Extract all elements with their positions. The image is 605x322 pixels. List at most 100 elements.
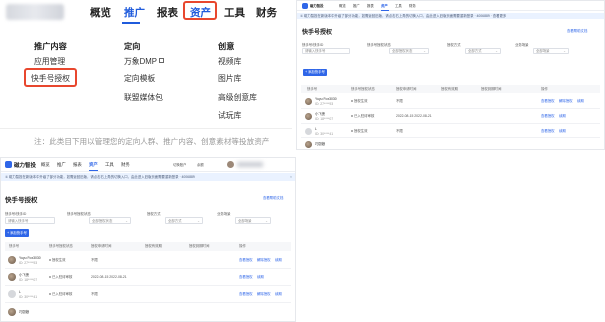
nav-promotion[interactable]: 推广	[57, 162, 66, 168]
apply-time: 不限	[396, 99, 403, 103]
divider	[0, 128, 292, 129]
col-validity: 授权有效期	[441, 87, 458, 91]
scene-select[interactable]: 全部场景 ⌄	[235, 217, 271, 224]
renew-link[interactable]: 续期	[275, 292, 282, 296]
auth-status: 授权生效	[49, 258, 66, 262]
view-auth-link[interactable]: 查看授权	[239, 275, 253, 279]
menu-item-media-package[interactable]: 联盟媒体包	[124, 92, 163, 103]
account-name: 巧厨娘	[315, 142, 326, 146]
nav-finance[interactable]: 财务	[409, 4, 416, 8]
col-apply-time: 授权申请时间	[91, 244, 112, 248]
balance-text: 余额	[197, 163, 204, 167]
method-select[interactable]: 全部方式 ⌄	[465, 48, 501, 54]
nav-reports[interactable]: 报表	[157, 5, 178, 20]
status-select[interactable]: 全部授权状态 ⌄	[89, 217, 131, 224]
nav-overview[interactable]: 概览	[339, 4, 346, 8]
table-row: 巧厨娘	[301, 138, 600, 149]
account-name: 巧厨娘	[19, 310, 30, 314]
add-account-button[interactable]: + 添加快手号	[303, 69, 327, 76]
filter-label-status: 快手号授权状态	[367, 43, 391, 47]
auth-status: 已入驻待审核	[351, 114, 374, 118]
account-name: 小飞侠	[315, 112, 326, 116]
table-header: 快手号 快手号授权状态 授权申请时间 授权有效期 授权到期时间 操作	[5, 242, 291, 251]
nav-overview[interactable]: 概览	[90, 5, 111, 20]
view-auth-link[interactable]: 查看授权	[541, 99, 555, 103]
nav-active-underline	[89, 170, 98, 171]
account-search-input[interactable]: 请输入快手号	[302, 48, 350, 54]
revoke-auth-link[interactable]: 解除授权	[257, 292, 271, 296]
chevron-down-icon: ⌄	[125, 219, 128, 223]
account-id: ID: 27****93	[19, 261, 38, 265]
filter-label-account: 快手号/快手ID	[302, 43, 324, 47]
revoke-auth-link[interactable]: 解除授权	[257, 258, 271, 262]
menu-item-playable-library[interactable]: 试玩库	[218, 110, 241, 121]
account-id: ID: 30****41	[315, 132, 334, 136]
top-bar: 磁力智投 概览 推广 报表 资产 工具 财务 切换账户 余额	[1, 158, 295, 172]
filter-label-account: 快手号/快手ID	[5, 212, 27, 216]
account-name: Yuyu Fox3030	[315, 97, 337, 101]
nav-reports[interactable]: 报表	[73, 162, 82, 168]
chevron-down-icon: ⌄	[495, 49, 498, 53]
notice-banner: ① 磁力智投在新版本中升级了部分功能，如需返回旧版，请点击右上角的切换入口，由此…	[1, 173, 295, 181]
avatar	[8, 308, 16, 316]
notice-banner: ① 磁力智投在新版本中升级了部分功能，如需返回旧版，请点击右上角的切换入口，由此…	[297, 13, 604, 19]
help-link[interactable]: 查看帮助文档	[567, 29, 587, 33]
menu-item-image-library[interactable]: 图片库	[218, 73, 241, 84]
nav-finance[interactable]: 财务	[256, 5, 277, 20]
view-auth-link[interactable]: 查看授权	[541, 129, 555, 133]
method-select[interactable]: 全部方式 ⌄	[165, 217, 203, 224]
brand-logo-icon	[5, 161, 12, 168]
nav-overview[interactable]: 概览	[41, 162, 50, 168]
help-link[interactable]: 查看帮助文档	[263, 196, 283, 200]
filter-label-method: 授权方式	[147, 212, 161, 216]
notice-text: ① 磁力智投在新版本中升级了部分功能，如需返回旧版，请点击右上角的切换入口，由此…	[5, 175, 195, 179]
menu-item-app-management[interactable]: 应用管理	[34, 56, 65, 67]
renew-link[interactable]: 续期	[559, 114, 566, 118]
renew-link[interactable]: 续期	[275, 258, 282, 262]
renew-link[interactable]: 续期	[559, 129, 566, 133]
table-row: Yuyu Fox3030 ID: 27****93 授权生效 不限 查看授权 解…	[301, 94, 600, 109]
view-auth-link[interactable]: 查看授权	[239, 258, 253, 262]
account-switch[interactable]: 切换账户	[173, 163, 187, 167]
user-avatar[interactable]	[227, 161, 234, 168]
nav-finance[interactable]: 财务	[121, 162, 130, 168]
table-row: L ID: 30****41 授权生效 不限 查看授权 续期	[301, 124, 600, 138]
col-expire: 授权到期时间	[481, 87, 502, 91]
close-icon[interactable]: ×	[290, 175, 292, 179]
nav-tools[interactable]: 工具	[395, 4, 402, 8]
menu-item-video-library[interactable]: 视频库	[218, 56, 241, 67]
renew-link[interactable]: 续期	[577, 99, 584, 103]
view-auth-link[interactable]: 查看授权	[239, 292, 253, 296]
page-title: 快手号授权	[302, 30, 333, 36]
col-expire: 授权到期时间	[189, 244, 210, 248]
nav-assets[interactable]: 资产	[381, 4, 388, 8]
nav-assets[interactable]: 资产	[89, 162, 98, 168]
nav-reports[interactable]: 报表	[367, 4, 374, 8]
status-select[interactable]: 全部授权状态 ⌄	[389, 48, 429, 54]
nav-tools[interactable]: 工具	[105, 162, 114, 168]
add-account-button[interactable]: + 添加快手号	[5, 229, 29, 237]
account-name: 小飞侠	[19, 273, 30, 277]
filter-label-scene: 业务场景	[217, 212, 231, 216]
renew-link[interactable]: 续期	[257, 275, 264, 279]
menu-item-targeting-template[interactable]: 定向模板	[124, 73, 155, 84]
avatar	[305, 128, 312, 135]
nav-tools[interactable]: 工具	[224, 5, 245, 20]
top-bar: 磁力智投 概览 推广 报表 资产 工具 财务	[297, 1, 604, 11]
table-row: L ID: 30****41 已入驻待审核 不限 查看授权 解除授权 续期	[5, 286, 291, 303]
nav-promotion[interactable]: 推广	[353, 4, 360, 8]
table-row: Yuyu Fox3030 ID: 27****93 授权生效 不限 查看授权 解…	[5, 252, 291, 269]
assets-highlight-box	[183, 1, 217, 20]
menu-item-dmp[interactable]: 万象DMP	[124, 56, 164, 67]
revoke-auth-link[interactable]: 解除授权	[559, 99, 573, 103]
avatar	[305, 141, 312, 148]
scene-select[interactable]: 全部场景 ⌄	[533, 48, 569, 54]
account-search-input[interactable]: 请输入快手号	[5, 217, 55, 224]
filter-label-status: 快手号授权状态	[67, 212, 91, 216]
menu-item-advanced-creative[interactable]: 高级创意库	[218, 92, 257, 103]
view-auth-link[interactable]: 查看授权	[541, 114, 555, 118]
nav-promotion[interactable]: 推广	[124, 5, 145, 20]
table-row: 小飞侠 ID: 18****07 已入驻待审核 2022-08-15 2022-…	[5, 269, 291, 286]
auth-status: 授权生效	[351, 129, 368, 133]
account-id: ID: 30****41	[19, 295, 38, 299]
